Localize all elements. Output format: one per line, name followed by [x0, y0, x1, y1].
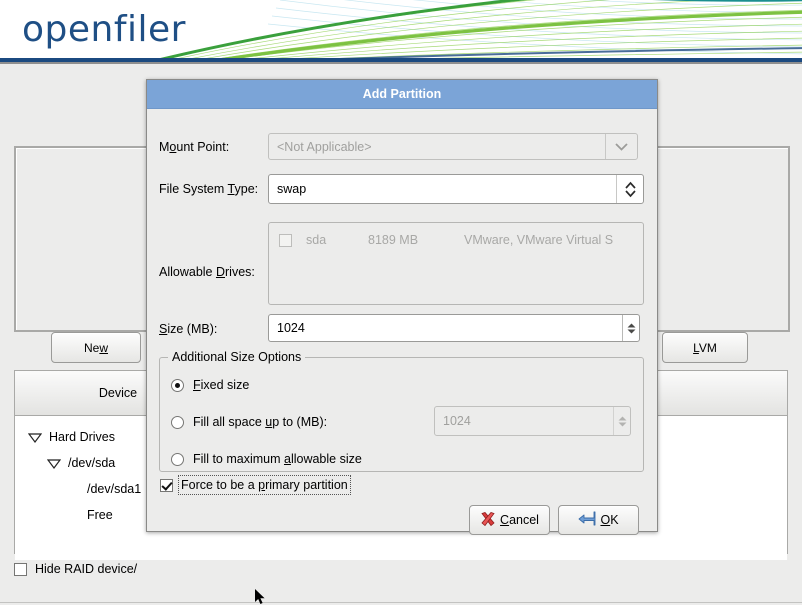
- additional-size-options-title: Additional Size Options: [168, 350, 306, 364]
- force-primary-label: Force to be a primary partition: [178, 475, 351, 495]
- dialog-content: Mount Point: <Not Applicable> File Syste…: [147, 109, 657, 535]
- size-spinbox[interactable]: 1024: [268, 314, 640, 342]
- chevron-down-icon[interactable]: [605, 134, 637, 159]
- blue-enter-arrow-icon: [578, 511, 596, 529]
- file-system-type-value: swap: [277, 182, 307, 196]
- allowable-drives-label: Allowable Drives:: [159, 265, 255, 279]
- file-system-type-combo[interactable]: swap: [268, 174, 644, 204]
- add-partition-dialog: Add Partition Mount Point: <Not Applicab…: [146, 79, 658, 535]
- mount-point-label: Mount Point:: [159, 140, 230, 154]
- tree-row-label: /dev/sda1: [87, 482, 142, 496]
- option-fill-up-to[interactable]: Fill all space up to (MB):: [171, 415, 327, 429]
- ok-button[interactable]: OK: [558, 505, 639, 535]
- tree-row-label: Hard Drives: [49, 430, 115, 444]
- twisty-expanded-icon[interactable]: [27, 429, 43, 445]
- twisty-expanded-icon[interactable]: [46, 455, 62, 471]
- drive-model: VMware, VMware Virtual S: [464, 233, 614, 247]
- allowable-drives-list[interactable]: sda 8189 MB VMware, VMware Virtual S: [268, 222, 644, 305]
- radio-fill-max[interactable]: [171, 452, 184, 466]
- mount-point-value: <Not Applicable>: [277, 139, 372, 154]
- installer-window: openfiler New RAID LVM Device Hard Drive: [0, 0, 802, 605]
- option-fill-up-to-label: Fill all space up to (MB):: [193, 415, 328, 429]
- chevron-updown-icon[interactable]: [616, 175, 643, 203]
- lvm-button-label: LVM: [693, 340, 717, 355]
- dialog-title: Add Partition: [362, 87, 442, 101]
- option-fill-max[interactable]: Fill to maximum allowable size: [171, 452, 362, 466]
- fill-up-to-spinbox[interactable]: 1024: [434, 406, 631, 436]
- new-button-label: New: [83, 340, 108, 355]
- fill-up-to-value: 1024: [443, 414, 471, 428]
- size-label: Size (MB):: [159, 322, 218, 336]
- file-system-type-label: File System Type:: [159, 182, 259, 196]
- drive-size: 8189 MB: [368, 233, 419, 247]
- size-value: 1024: [277, 321, 305, 335]
- hide-raid-label: Hide RAID device/: [35, 562, 138, 576]
- hide-raid-checkbox[interactable]: [14, 562, 27, 576]
- tree-row-label: /dev/sda: [68, 456, 116, 470]
- dialog-titlebar: Add Partition: [147, 80, 657, 109]
- force-primary-checkbox[interactable]: [160, 478, 173, 492]
- drive-checkbox[interactable]: [279, 233, 292, 247]
- drive-name: sda: [306, 233, 327, 247]
- drive-row[interactable]: sda 8189 MB VMware, VMware Virtual S: [269, 223, 643, 251]
- ok-button-label: OK: [600, 513, 619, 527]
- openfiler-logo: openfiler: [22, 9, 186, 50]
- hide-raid-row[interactable]: Hide RAID device/: [14, 562, 137, 576]
- spinner-arrows-icon[interactable]: [622, 315, 639, 341]
- red-x-icon: [480, 511, 496, 530]
- cancel-button-label: Cancel: [500, 513, 539, 527]
- spinner-down-icon[interactable]: [627, 328, 636, 334]
- mouse-cursor: [255, 589, 265, 604]
- new-partition-button[interactable]: New: [51, 332, 141, 363]
- option-fill-max-label: Fill to maximum allowable size: [193, 452, 362, 466]
- force-primary-row[interactable]: Force to be a primary partition: [160, 475, 351, 495]
- lvm-button[interactable]: LVM: [662, 332, 748, 363]
- footer-divider: [0, 602, 802, 603]
- radio-fixed-size[interactable]: [171, 378, 184, 392]
- brand-banner: openfiler: [0, 0, 802, 62]
- spinner-arrows-icon[interactable]: [613, 407, 630, 435]
- cancel-button[interactable]: Cancel: [469, 505, 550, 535]
- mount-point-combo[interactable]: <Not Applicable>: [268, 133, 638, 160]
- tree-row-label: Free: [87, 508, 113, 522]
- option-fixed-size[interactable]: Fixed size: [171, 378, 249, 392]
- option-fixed-size-label: Fixed size: [193, 378, 250, 392]
- radio-fill-up-to[interactable]: [171, 415, 184, 429]
- spinner-down-icon[interactable]: [618, 421, 627, 427]
